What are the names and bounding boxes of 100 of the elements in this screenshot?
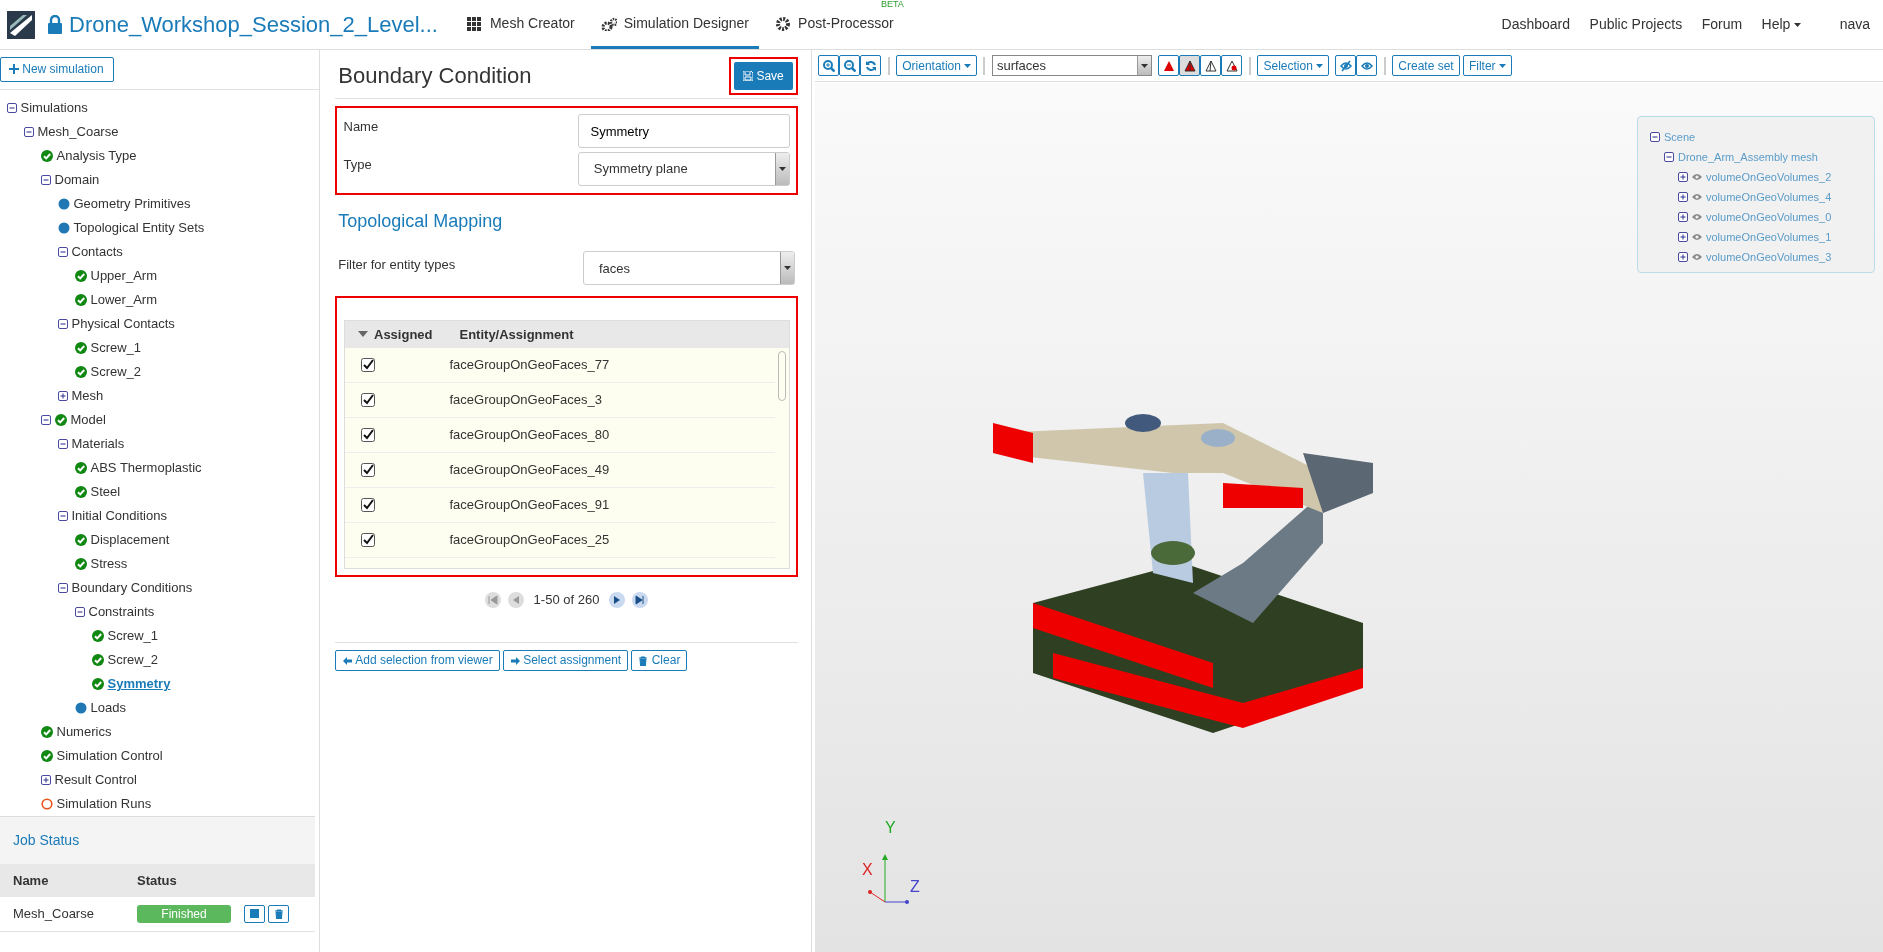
tree-item[interactable]: Initial Conditions bbox=[71, 506, 167, 526]
render-mode-button[interactable] bbox=[1200, 55, 1222, 76]
last-page-button[interactable] bbox=[631, 592, 648, 608]
stop-button[interactable] bbox=[244, 904, 265, 923]
tree-item[interactable]: Numerics bbox=[56, 722, 112, 742]
dropdown-button[interactable]: Filter bbox=[1462, 55, 1512, 76]
action-button[interactable]: Add selection from viewer bbox=[335, 649, 500, 672]
collapse-icon[interactable] bbox=[57, 319, 68, 330]
expand-icon[interactable] bbox=[1678, 252, 1688, 262]
refresh-button[interactable] bbox=[860, 55, 882, 76]
tree-item[interactable]: ABS Thermoplastic bbox=[90, 458, 202, 478]
input-field[interactable]: Symmetry bbox=[577, 114, 790, 148]
collapse-icon[interactable] bbox=[57, 583, 68, 594]
tree-item[interactable]: Stress bbox=[90, 554, 128, 574]
tree-item[interactable]: Topological Entity Sets bbox=[73, 218, 205, 238]
column-header[interactable]: Entity/Assignment bbox=[459, 324, 574, 344]
tree-item[interactable]: Constraints bbox=[88, 602, 155, 622]
checkbox[interactable] bbox=[360, 392, 375, 407]
collapse-icon[interactable] bbox=[57, 439, 68, 450]
zoom-in-button[interactable] bbox=[818, 55, 840, 76]
tree-item[interactable]: Physical Contacts bbox=[71, 314, 175, 334]
tree-item[interactable]: Domain bbox=[54, 170, 100, 190]
tree-item[interactable]: Model bbox=[70, 410, 106, 430]
tree-item[interactable]: Mesh_Coarse bbox=[37, 122, 119, 142]
logo-icon[interactable] bbox=[6, 10, 35, 39]
collapse-icon[interactable] bbox=[6, 103, 17, 114]
nav-tab[interactable]: Mesh Creator bbox=[457, 10, 585, 49]
tree-item[interactable]: Simulation Control bbox=[56, 746, 163, 766]
checkbox[interactable] bbox=[360, 532, 375, 547]
expand-icon[interactable] bbox=[57, 391, 68, 402]
nav-link[interactable]: Help bbox=[1761, 14, 1801, 35]
expand-icon[interactable] bbox=[1678, 232, 1688, 242]
select-field[interactable]: faces bbox=[582, 251, 795, 286]
tree-item[interactable]: Screw_2 bbox=[107, 650, 159, 670]
tree-item[interactable]: Symmetry bbox=[107, 674, 171, 694]
previous-button[interactable] bbox=[507, 592, 524, 608]
tree-item[interactable]: Displacement bbox=[90, 530, 170, 550]
project-title[interactable]: Drone_Workshop_Session_2_Level... bbox=[69, 8, 438, 41]
collapse-icon[interactable] bbox=[57, 247, 68, 258]
eye-icon[interactable] bbox=[1692, 173, 1702, 181]
tree-item[interactable]: Steel bbox=[90, 482, 121, 502]
delete-button[interactable] bbox=[268, 904, 290, 923]
nav-link[interactable]: Forum bbox=[1701, 14, 1743, 35]
eye-icon[interactable] bbox=[1692, 233, 1702, 241]
eye-icon[interactable] bbox=[1692, 253, 1702, 261]
eye-icon[interactable] bbox=[1692, 213, 1702, 221]
tree-item[interactable]: Boundary Conditions bbox=[71, 578, 193, 598]
checkbox[interactable] bbox=[360, 357, 375, 372]
zoom-out-button[interactable] bbox=[839, 55, 861, 76]
tree-item[interactable]: Geometry Primitives bbox=[73, 194, 191, 214]
render-mode-button[interactable] bbox=[1221, 55, 1243, 76]
select-field[interactable]: surfaces bbox=[991, 55, 1152, 76]
tree-item[interactable]: Screw_2 bbox=[90, 362, 142, 382]
tree-item[interactable]: Simulations bbox=[20, 98, 88, 118]
expand-icon[interactable] bbox=[1678, 192, 1688, 202]
tree-item[interactable]: Result Control bbox=[54, 770, 137, 790]
expand-icon[interactable] bbox=[1678, 172, 1688, 182]
render-mode-button[interactable] bbox=[1158, 55, 1180, 76]
hide-button[interactable] bbox=[1335, 55, 1357, 76]
action-button[interactable]: Select assignment bbox=[502, 649, 629, 672]
tree-item[interactable]: Contacts bbox=[71, 242, 123, 262]
select-field[interactable]: Symmetry plane bbox=[577, 152, 790, 186]
dropdown-button[interactable]: Selection bbox=[1257, 55, 1329, 76]
tree-item[interactable]: Loads bbox=[90, 698, 126, 718]
create-set-button[interactable]: Create set bbox=[1392, 55, 1460, 76]
column-header[interactable]: Assigned bbox=[344, 324, 460, 344]
nav-link[interactable]: Public Projects bbox=[1589, 14, 1683, 35]
eye-icon[interactable] bbox=[1692, 193, 1702, 201]
action-button[interactable]: Clear bbox=[631, 649, 688, 672]
tree-item[interactable]: Screw_1 bbox=[90, 338, 142, 358]
collapse-icon[interactable] bbox=[57, 511, 68, 522]
nav-tab[interactable]: Simulation Designer bbox=[591, 10, 760, 49]
tree-item[interactable]: Analysis Type bbox=[56, 146, 137, 166]
checkbox[interactable] bbox=[360, 497, 375, 512]
collapse-icon[interactable] bbox=[74, 607, 85, 618]
collapse-icon[interactable] bbox=[1664, 152, 1674, 162]
user-menu[interactable]: nava bbox=[1839, 14, 1870, 35]
tree-item[interactable]: Materials bbox=[71, 434, 125, 454]
collapse-icon[interactable] bbox=[1650, 132, 1660, 142]
expand-icon[interactable] bbox=[40, 775, 51, 786]
tree-item[interactable]: Simulation Runs bbox=[56, 794, 152, 814]
checkbox[interactable] bbox=[360, 462, 375, 477]
nav-tab[interactable]: Post-Processor bbox=[765, 10, 904, 49]
checkbox[interactable] bbox=[360, 427, 375, 442]
tree-item[interactable]: Lower_Arm bbox=[90, 290, 157, 310]
render-mode-button[interactable] bbox=[1179, 55, 1201, 76]
new-simulation-button[interactable]: New simulation bbox=[0, 56, 114, 83]
collapse-icon[interactable] bbox=[40, 175, 51, 186]
tree-item[interactable]: Upper_Arm bbox=[90, 266, 157, 286]
first-page-button[interactable] bbox=[485, 592, 502, 608]
nav-link[interactable]: Dashboard bbox=[1501, 14, 1571, 35]
show-button[interactable] bbox=[1356, 55, 1378, 76]
tree-item[interactable]: Mesh bbox=[71, 386, 104, 406]
collapse-icon[interactable] bbox=[40, 415, 51, 426]
expand-icon[interactable] bbox=[1678, 212, 1688, 222]
collapse-icon[interactable] bbox=[23, 127, 34, 138]
tree-item[interactable]: Screw_1 bbox=[107, 626, 159, 646]
save-button[interactable]: Save bbox=[734, 61, 793, 90]
next-button[interactable] bbox=[609, 592, 626, 608]
dropdown-button[interactable]: Orientation bbox=[896, 55, 977, 76]
